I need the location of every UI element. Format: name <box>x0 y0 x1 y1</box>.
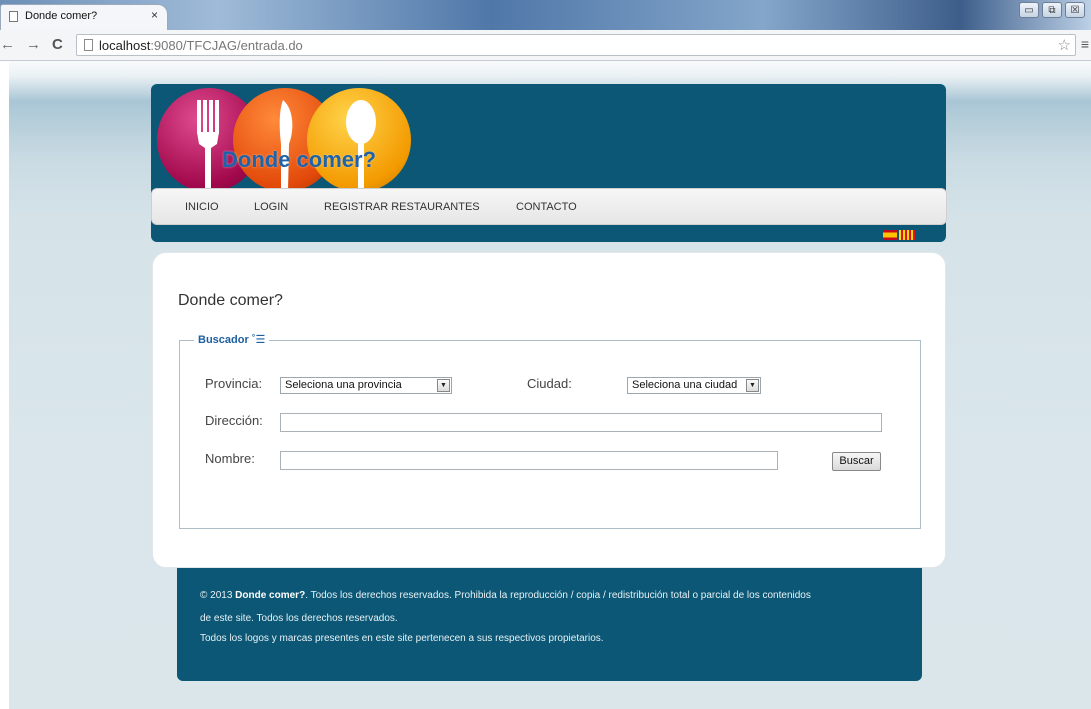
reload-icon[interactable]: C <box>52 36 63 53</box>
browser-tab-bar: Donde comer? × ▭ ⧉ ☒ <box>0 0 1091 30</box>
search-fieldset: Buscador ˚☰ Provincia: Seleciona una pro… <box>179 333 921 529</box>
direccion-label: Dirección: <box>205 413 263 428</box>
nav-item-contacto[interactable]: CONTACTO <box>516 201 577 213</box>
site-title[interactable]: Donde comer? <box>222 147 376 173</box>
minimize-button[interactable]: ▭ <box>1019 2 1039 18</box>
site-footer: © 2013 Donde comer?. Todos los derechos … <box>177 568 922 681</box>
restore-button[interactable]: ⧉ <box>1042 2 1062 18</box>
provincia-select[interactable]: Seleciona una provincia ▼ <box>280 377 452 394</box>
page-title: Donde comer? <box>178 292 283 309</box>
spoon-icon <box>346 100 376 190</box>
page-icon <box>84 39 93 51</box>
search-legend[interactable]: Buscador ˚☰ <box>194 333 270 346</box>
bookmark-star-icon[interactable]: ☆ <box>1058 36 1071 54</box>
chevron-down-icon: ▼ <box>437 379 450 392</box>
direccion-input[interactable] <box>280 413 882 432</box>
ciudad-select-value: Seleciona una ciudad <box>632 379 738 391</box>
page-left-edge <box>0 61 9 709</box>
main-content: Donde comer? Buscador ˚☰ Provincia: Sele… <box>152 252 946 568</box>
nombre-label: Nombre: <box>205 451 255 466</box>
address-bar[interactable]: localhost:9080/TFCJAG/entrada.do ☆ <box>76 34 1076 56</box>
chevron-down-icon: ▼ <box>746 379 759 392</box>
nombre-input[interactable] <box>280 451 778 470</box>
logo: Donde comer? <box>157 86 422 190</box>
buscar-button[interactable]: Buscar <box>832 452 881 471</box>
flag-catalonia-icon[interactable] <box>899 230 915 240</box>
nav-item-inicio[interactable]: INICIO <box>185 201 219 213</box>
page-icon <box>9 11 18 22</box>
collapse-toggle-icon[interactable]: ˚☰ <box>252 334 266 346</box>
window-controls: ▭ ⧉ ☒ <box>1019 2 1085 18</box>
provincia-label: Provincia: <box>205 376 263 391</box>
browser-tab[interactable]: Donde comer? × <box>0 4 168 30</box>
footer-copyright: © 2013 Donde comer?. Todos los derechos … <box>200 590 811 601</box>
ciudad-label: Ciudad: <box>527 376 572 391</box>
ciudad-select[interactable]: Seleciona una ciudad ▼ <box>627 377 761 394</box>
url-text: localhost:9080/TFCJAG/entrada.do <box>99 38 303 53</box>
flag-spain-icon[interactable] <box>883 230 897 240</box>
tab-close-button[interactable]: × <box>151 8 158 22</box>
close-window-button[interactable]: ☒ <box>1065 2 1085 18</box>
browser-toolbar: ← → C localhost:9080/TFCJAG/entrada.do ☆… <box>0 30 1091 61</box>
provincia-select-value: Seleciona una provincia <box>285 379 402 391</box>
back-arrow-icon[interactable]: ← <box>0 36 15 53</box>
nav-item-registrar-restaurantes[interactable]: REGISTRAR RESTAURANTES <box>324 201 480 213</box>
footer-line-3: Todos los logos y marcas presentes en es… <box>200 633 604 644</box>
menu-icon[interactable]: ≡ <box>1081 36 1089 52</box>
tab-title: Donde comer? <box>25 10 98 22</box>
spoon-ball <box>307 88 411 190</box>
footer-line-2: de este site. Todos los derechos reserva… <box>200 613 398 624</box>
nav-item-login[interactable]: LOGIN <box>254 201 288 213</box>
main-nav: INICIO LOGIN REGISTRAR RESTAURANTES CONT… <box>151 188 947 225</box>
forward-arrow-icon[interactable]: → <box>26 36 41 53</box>
